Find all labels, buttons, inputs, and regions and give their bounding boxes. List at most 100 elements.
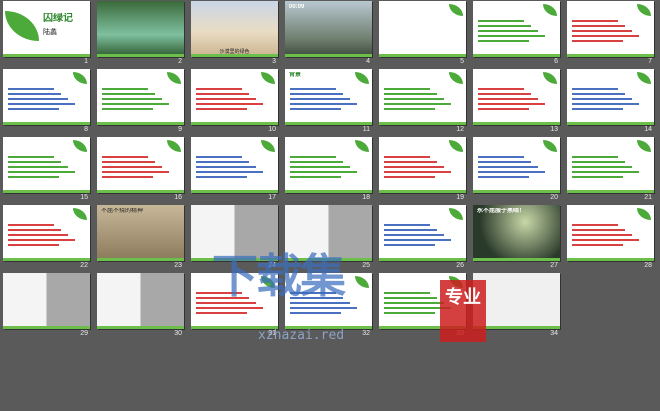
slide-thumbnail[interactable]: 29 xyxy=(0,272,94,340)
slide-thumbnail[interactable]: 7 xyxy=(564,0,658,68)
slide-preview xyxy=(379,137,466,193)
slide-thumbnail[interactable]: 囚绿记陆蠡 1 xyxy=(0,0,94,68)
slide-title: 00:09 xyxy=(383,4,399,10)
text-lines xyxy=(572,17,649,45)
slide-preview xyxy=(473,69,560,125)
watermark-seal: 专业 xyxy=(440,280,486,342)
slide-preview xyxy=(97,69,184,125)
slide-thumbnail[interactable]: 背景 11 xyxy=(282,68,376,136)
slide-footer-bar xyxy=(285,190,372,193)
slide-number: 28 xyxy=(644,262,652,269)
slide-footer-bar xyxy=(3,122,90,125)
text-lines xyxy=(478,153,555,181)
slide-thumbnail[interactable]: 13 xyxy=(470,68,564,136)
slide-number: 16 xyxy=(174,194,182,201)
slide-title: 囚绿记 xyxy=(43,13,73,24)
slide-number: 27 xyxy=(550,262,558,269)
slide-footer-bar xyxy=(285,122,372,125)
slide-thumbnail[interactable]: 不屈不挠的精神 23 xyxy=(94,204,188,272)
text-lines xyxy=(8,221,85,249)
slide-thumbnail[interactable]: 19 xyxy=(376,136,470,204)
slide-thumbnail[interactable]: 22 xyxy=(0,204,94,272)
slide-number: 15 xyxy=(80,194,88,201)
watermark: 下载集 专业 xzhazai.red xyxy=(212,240,512,400)
slide-footer-bar xyxy=(97,190,184,193)
leaf-icon xyxy=(5,11,39,41)
leaf-icon xyxy=(73,208,87,220)
slide-footer-bar xyxy=(285,54,372,57)
leaf-icon xyxy=(543,140,557,152)
slide-preview xyxy=(3,205,90,261)
leaf-icon xyxy=(543,4,557,16)
slide-footer-bar xyxy=(379,190,466,193)
slide-preview xyxy=(473,1,560,57)
slide-thumbnail[interactable]: 30 xyxy=(94,272,188,340)
slide-footer-bar xyxy=(97,122,184,125)
slide-thumbnail[interactable]: 00:09 5 xyxy=(376,0,470,68)
slide-number: 8 xyxy=(84,126,88,133)
text-lines xyxy=(478,85,555,113)
watermark-url: xzhazai.red xyxy=(258,328,345,343)
slide-footer-bar xyxy=(3,326,90,329)
leaf-icon xyxy=(167,72,181,84)
slide-preview: 不屈不挠的精神 xyxy=(97,205,184,261)
slide-footer-bar xyxy=(473,190,560,193)
slide-number: 30 xyxy=(174,330,182,337)
leaf-icon xyxy=(355,140,369,152)
slide-thumbnail[interactable]: 16 xyxy=(94,136,188,204)
slide-preview xyxy=(3,273,90,329)
slide-footer-bar xyxy=(3,190,90,193)
slide-thumbnail[interactable]: 6 xyxy=(470,0,564,68)
slide-number: 12 xyxy=(456,126,464,133)
leaf-icon xyxy=(637,140,651,152)
slide-caption: 陆蠡 xyxy=(43,29,57,36)
slide-preview xyxy=(97,273,184,329)
slide-number: 3 xyxy=(272,58,276,65)
text-lines xyxy=(478,17,555,45)
slide-preview: 背景 xyxy=(285,69,372,125)
slide-thumbnail[interactable]: 18 xyxy=(282,136,376,204)
slide-footer-bar xyxy=(3,258,90,261)
slide-thumbnail[interactable]: 20 xyxy=(470,136,564,204)
slide-thumbnail[interactable]: 15 xyxy=(0,136,94,204)
slide-title: 00:09 xyxy=(289,4,305,10)
slide-number: 2 xyxy=(178,58,182,65)
slide-thumbnail[interactable]: 21 xyxy=(564,136,658,204)
text-lines xyxy=(8,153,85,181)
slide-preview: 沙漠里的绿色 xyxy=(191,1,278,57)
text-lines xyxy=(102,153,179,181)
slide-number: 10 xyxy=(268,126,276,133)
leaf-icon xyxy=(449,140,463,152)
slide-thumbnail[interactable]: 00:09 4 xyxy=(282,0,376,68)
slide-footer-bar xyxy=(97,258,184,261)
slide-preview xyxy=(191,69,278,125)
slide-thumbnail[interactable]: 9 xyxy=(94,68,188,136)
slide-thumbnail[interactable]: 14 xyxy=(564,68,658,136)
slide-number: 7 xyxy=(648,58,652,65)
slide-preview xyxy=(379,69,466,125)
slide-preview xyxy=(3,137,90,193)
slide-preview: 00:09 xyxy=(379,1,466,57)
text-lines xyxy=(196,153,273,181)
watermark-brand: 下载集 xyxy=(212,249,346,303)
slide-thumbnail[interactable]: 2 xyxy=(94,0,188,68)
slide-number: 1 xyxy=(84,58,88,65)
slide-footer-bar xyxy=(191,54,278,57)
slide-preview xyxy=(97,137,184,193)
slide-thumbnail[interactable]: 12 xyxy=(376,68,470,136)
slide-footer-bar xyxy=(473,54,560,57)
slide-thumbnail[interactable]: 28 xyxy=(564,204,658,272)
slide-footer-bar xyxy=(567,54,654,57)
slide-thumbnail[interactable]: 10 xyxy=(188,68,282,136)
slide-preview xyxy=(3,69,90,125)
leaf-icon xyxy=(449,72,463,84)
slide-title: 永远向着阳光生长！ xyxy=(383,208,438,214)
slide-thumbnail[interactable]: 8 xyxy=(0,68,94,136)
slide-preview xyxy=(567,1,654,57)
slide-number: 14 xyxy=(644,126,652,133)
text-lines xyxy=(384,85,461,113)
slide-footer-bar xyxy=(191,122,278,125)
slide-footer-bar xyxy=(191,190,278,193)
slide-thumbnail[interactable]: 沙漠里的绿色 3 xyxy=(188,0,282,68)
slide-thumbnail[interactable]: 17 xyxy=(188,136,282,204)
